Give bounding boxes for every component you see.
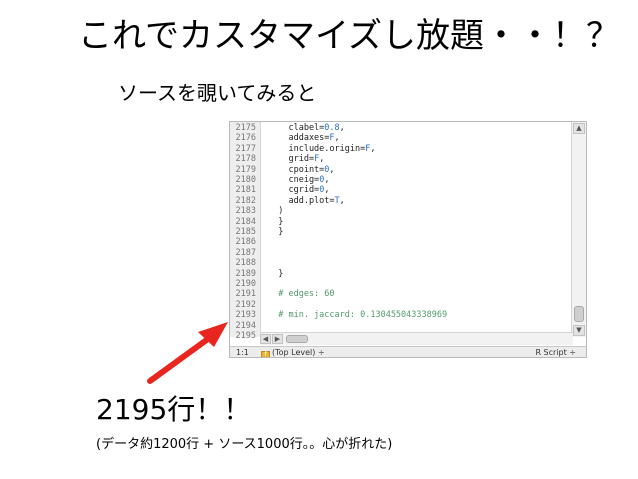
scroll-down-icon[interactable]: ▼: [573, 325, 585, 336]
line-code: cneig=0,: [268, 175, 330, 185]
line-number: 2195: [235, 331, 256, 341]
line-count-heading: 2195行！！: [96, 393, 252, 426]
line-number: 2176: [235, 133, 256, 144]
code-line: 2181 cgrid=0,: [230, 185, 570, 195]
line-number: 2182: [235, 195, 256, 206]
code-line: 2193 # min. jaccard: 0.130455043338969: [230, 310, 570, 320]
code-line: 2184 }: [230, 217, 570, 227]
editor-status-bar: 1:1 f (Top Level) ÷ R Script ÷: [230, 346, 586, 357]
line-number: 2189: [235, 268, 256, 279]
line-number: 2180: [235, 175, 256, 185]
line-code: grid=F,: [268, 154, 325, 165]
scope-label: (Top Level) ÷: [272, 348, 325, 357]
slide: これでカスタマイズし放題・・！？ ソースを覗いてみると 2175 clabel=…: [0, 0, 638, 479]
slide-subtitle: ソースを覗いてみると: [118, 81, 317, 105]
vertical-scrollbar[interactable]: ▲ ▼: [571, 122, 586, 337]
code-line: 2178 grid=F,: [230, 154, 570, 164]
line-code: cgrid=0,: [268, 185, 330, 196]
line-code: cpoint=0,: [268, 164, 335, 175]
line-number: 2194: [235, 320, 256, 331]
line-code: }: [268, 268, 284, 279]
code-line: 2185 }: [230, 227, 570, 237]
code-line: 2188: [230, 258, 570, 268]
line-number: 2183: [235, 206, 256, 217]
code-line: 2180 cneig=0,: [230, 175, 570, 185]
code-line: 2179 cpoint=0,: [230, 165, 570, 175]
vertical-scroll-thumb[interactable]: [574, 306, 584, 322]
code-line: 2183 ): [230, 206, 570, 216]
code-line: 2191 # edges: 60: [230, 289, 570, 299]
line-number: 2177: [235, 143, 256, 154]
horizontal-scroll-thumb[interactable]: [286, 335, 308, 343]
slide-title: これでカスタマイズし放題・・！？: [78, 16, 620, 56]
code-line: 2187: [230, 248, 570, 258]
line-number: 2193: [235, 310, 256, 321]
code-line: 2176 addaxes=F,: [230, 133, 570, 143]
code-line: 2190: [230, 279, 570, 289]
line-number: 2181: [235, 185, 256, 196]
line-number: 2175: [235, 123, 256, 133]
line-code: clabel=0.8,: [268, 123, 345, 133]
code-line: 2177 include.origin=F,: [230, 144, 570, 154]
line-code: addaxes=F,: [268, 133, 340, 144]
horizontal-scrollbar[interactable]: ◀ ▶: [260, 332, 573, 345]
code-editor-screenshot: 2175 clabel=0.8, 2176 addaxes=F, 2177 incl…: [229, 121, 587, 358]
line-code: }: [268, 216, 284, 227]
file-type-selector[interactable]: R Script ÷: [535, 347, 576, 357]
line-number: 2187: [235, 247, 256, 258]
line-number: 2179: [235, 164, 256, 175]
function-scope-icon: f: [261, 351, 270, 357]
scope-selector[interactable]: f (Top Level) ÷: [261, 347, 325, 357]
scroll-left-icon[interactable]: ◀: [260, 334, 271, 344]
scroll-right-icon[interactable]: ▶: [272, 334, 283, 344]
code-line: 2186: [230, 237, 570, 247]
line-number: 2185: [235, 227, 256, 237]
line-number: 2184: [235, 216, 256, 227]
code-line: 2194: [230, 321, 570, 331]
scroll-up-icon[interactable]: ▲: [573, 123, 585, 134]
line-code: # edges: 60: [268, 289, 335, 300]
line-code: ): [268, 206, 284, 217]
code-area[interactable]: 2175 clabel=0.8, 2176 addaxes=F, 2177 incl…: [230, 122, 570, 341]
line-number: 2188: [235, 258, 256, 269]
line-number: 2190: [235, 279, 256, 289]
code-line: 2175 clabel=0.8,: [230, 123, 570, 133]
line-code: add.plot=T,: [268, 195, 345, 206]
line-number: 2191: [235, 289, 256, 300]
code-line: 2182 add.plot=T,: [230, 196, 570, 206]
code-line: 2189 }: [230, 269, 570, 279]
line-count-note: (データ約1200行 + ソース1000行。。心が折れた): [96, 437, 393, 452]
cursor-position: 1:1: [236, 348, 249, 357]
line-number: 2186: [235, 237, 256, 248]
line-number: 2178: [235, 154, 256, 165]
code-line: 2192: [230, 300, 570, 310]
line-code: include.origin=F,: [268, 143, 376, 154]
line-code: }: [268, 227, 284, 237]
line-code: # min. jaccard: 0.130455043338969: [268, 310, 448, 321]
line-number: 2192: [235, 299, 256, 310]
